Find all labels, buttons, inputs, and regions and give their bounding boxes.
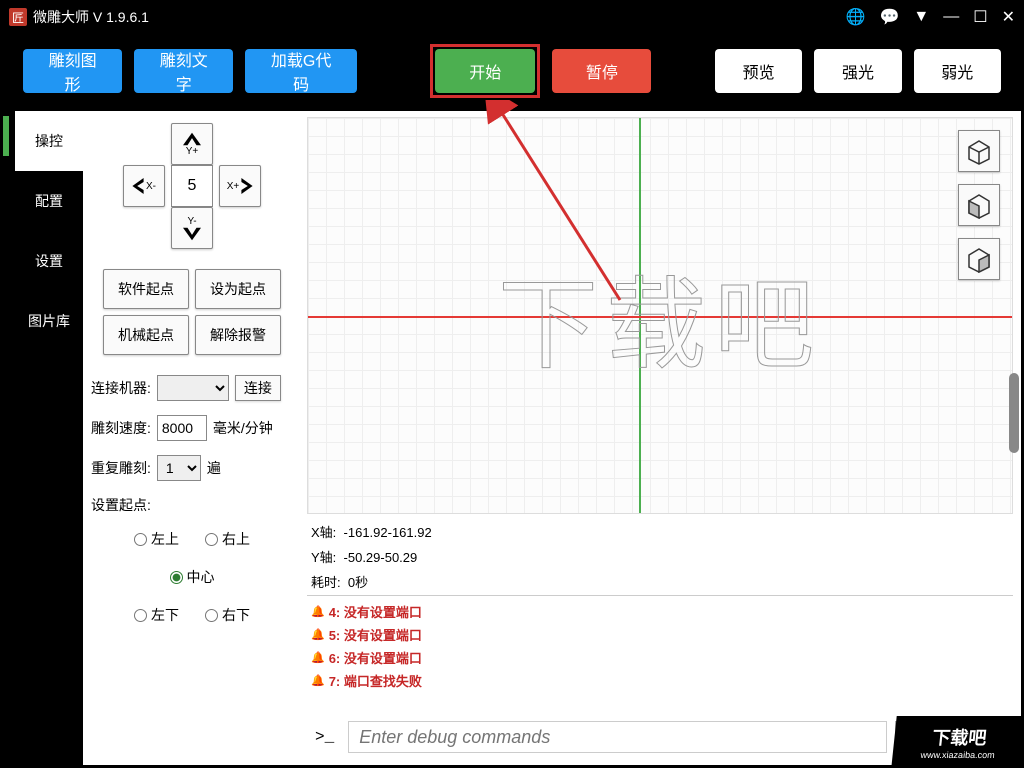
set-origin-button[interactable]: 设为起点 [195,269,281,309]
engrave-text-button[interactable]: 雕刻文字 [134,49,233,93]
arrow-left-icon [132,178,144,194]
cube-icon [965,245,993,273]
pause-button[interactable]: 暂停 [552,49,651,93]
tab-control[interactable]: 操控 [15,111,83,171]
log-line: 5: 没有设置端口 [311,625,1009,644]
site-watermark: 下载吧 www.xiazaiba.com [891,716,1024,768]
close-icon[interactable]: ✕ [1002,7,1015,27]
origin-br[interactable]: 右下 [205,605,250,625]
log-area[interactable]: 4: 没有设置端口 5: 没有设置端口 6: 没有设置端口 7: 端口查找失败 [307,595,1013,715]
arrow-down-icon [183,227,201,241]
start-button[interactable]: 开始 [435,49,535,93]
y-axis-value: -50.29-50.29 [344,550,418,565]
app-title: 微雕大师 V 1.9.6.1 [33,7,846,27]
soft-origin-button[interactable]: 软件起点 [103,269,189,309]
cube-icon [965,137,993,165]
dropdown-icon[interactable]: ▼ [913,8,929,26]
repeat-label: 重复雕刻: [91,458,151,478]
side-tabs: 操控 配置 设置 图片库 [15,111,83,765]
origin-center[interactable]: 中心 [170,567,215,587]
origin-grid: 左上 右上 中心 左下 右下 [91,529,293,625]
speed-unit: 毫米/分钟 [213,418,273,438]
toolbar: 雕刻图形 雕刻文字 加载G代码 开始 暂停 预览 强光 弱光 [3,31,1021,111]
connect-button[interactable]: 连接 [235,375,281,401]
jog-y-plus-button[interactable]: Y+ [171,123,213,165]
origin-tl[interactable]: 左上 [134,529,179,549]
view-front-button[interactable] [958,184,1000,226]
minimize-icon[interactable]: — [943,8,959,26]
time-value: 0秒 [348,575,368,590]
origin-bl[interactable]: 左下 [134,605,179,625]
port-select[interactable] [157,375,229,401]
speed-input[interactable] [157,415,207,441]
view-side-button[interactable] [958,238,1000,280]
x-axis-label: X轴: [311,525,336,540]
log-line: 6: 没有设置端口 [311,648,1009,667]
jog-step-input[interactable] [171,165,213,207]
titlebar: 匠 微雕大师 V 1.9.6.1 🌐 💬 ▼ — ☐ ✕ [3,3,1021,31]
jog-x-plus-button[interactable]: X+ [219,165,261,207]
globe-icon[interactable]: 🌐 [846,7,866,27]
jog-x-minus-button[interactable]: X- [123,165,165,207]
log-line: 7: 端口查找失败 [311,671,1009,690]
load-gcode-button[interactable]: 加载G代码 [245,49,356,93]
chat-icon[interactable]: 💬 [879,7,899,27]
connect-label: 连接机器: [91,378,151,398]
engrave-shape-button[interactable]: 雕刻图形 [23,49,122,93]
cube-icon [965,191,993,219]
canvas-area: 下载吧 X轴: -161.92-161.92 Y轴: -50.29-50.29 … [301,111,1021,765]
time-label: 耗时: [311,575,341,590]
clear-alarm-button[interactable]: 解除报警 [195,315,281,355]
control-panel: Y+ X- X+ Y- [83,111,301,765]
tab-config[interactable]: 配置 [15,171,83,231]
strong-light-button[interactable]: 强光 [814,49,901,93]
repeat-unit: 遍 [207,458,221,478]
preview-button[interactable]: 预览 [715,49,802,93]
debug-command-input[interactable] [348,721,887,753]
view-iso-button[interactable] [958,130,1000,172]
arrow-up-icon [183,132,201,146]
tab-gallery[interactable]: 图片库 [15,291,83,351]
prompt-icon: >_ [309,728,340,746]
maximize-icon[interactable]: ☐ [973,7,987,27]
log-line: 4: 没有设置端口 [311,602,1009,621]
repeat-select[interactable]: 1 [157,455,201,481]
weak-light-button[interactable]: 弱光 [914,49,1001,93]
canvas-content-text: 下载吧 [498,243,822,388]
origin-label: 设置起点: [91,495,151,515]
mech-origin-button[interactable]: 机械起点 [103,315,189,355]
app-logo: 匠 [9,8,27,26]
origin-tr[interactable]: 右上 [205,529,250,549]
speed-label: 雕刻速度: [91,418,151,438]
active-tab-indicator [3,116,9,156]
start-highlight-box: 开始 [430,44,540,98]
jog-y-minus-button[interactable]: Y- [171,207,213,249]
x-axis-value: -161.92-161.92 [344,525,432,540]
arrow-right-icon [241,178,253,194]
canvas[interactable]: 下载吧 [307,117,1013,514]
tab-settings[interactable]: 设置 [15,231,83,291]
y-axis-label: Y轴: [311,550,336,565]
